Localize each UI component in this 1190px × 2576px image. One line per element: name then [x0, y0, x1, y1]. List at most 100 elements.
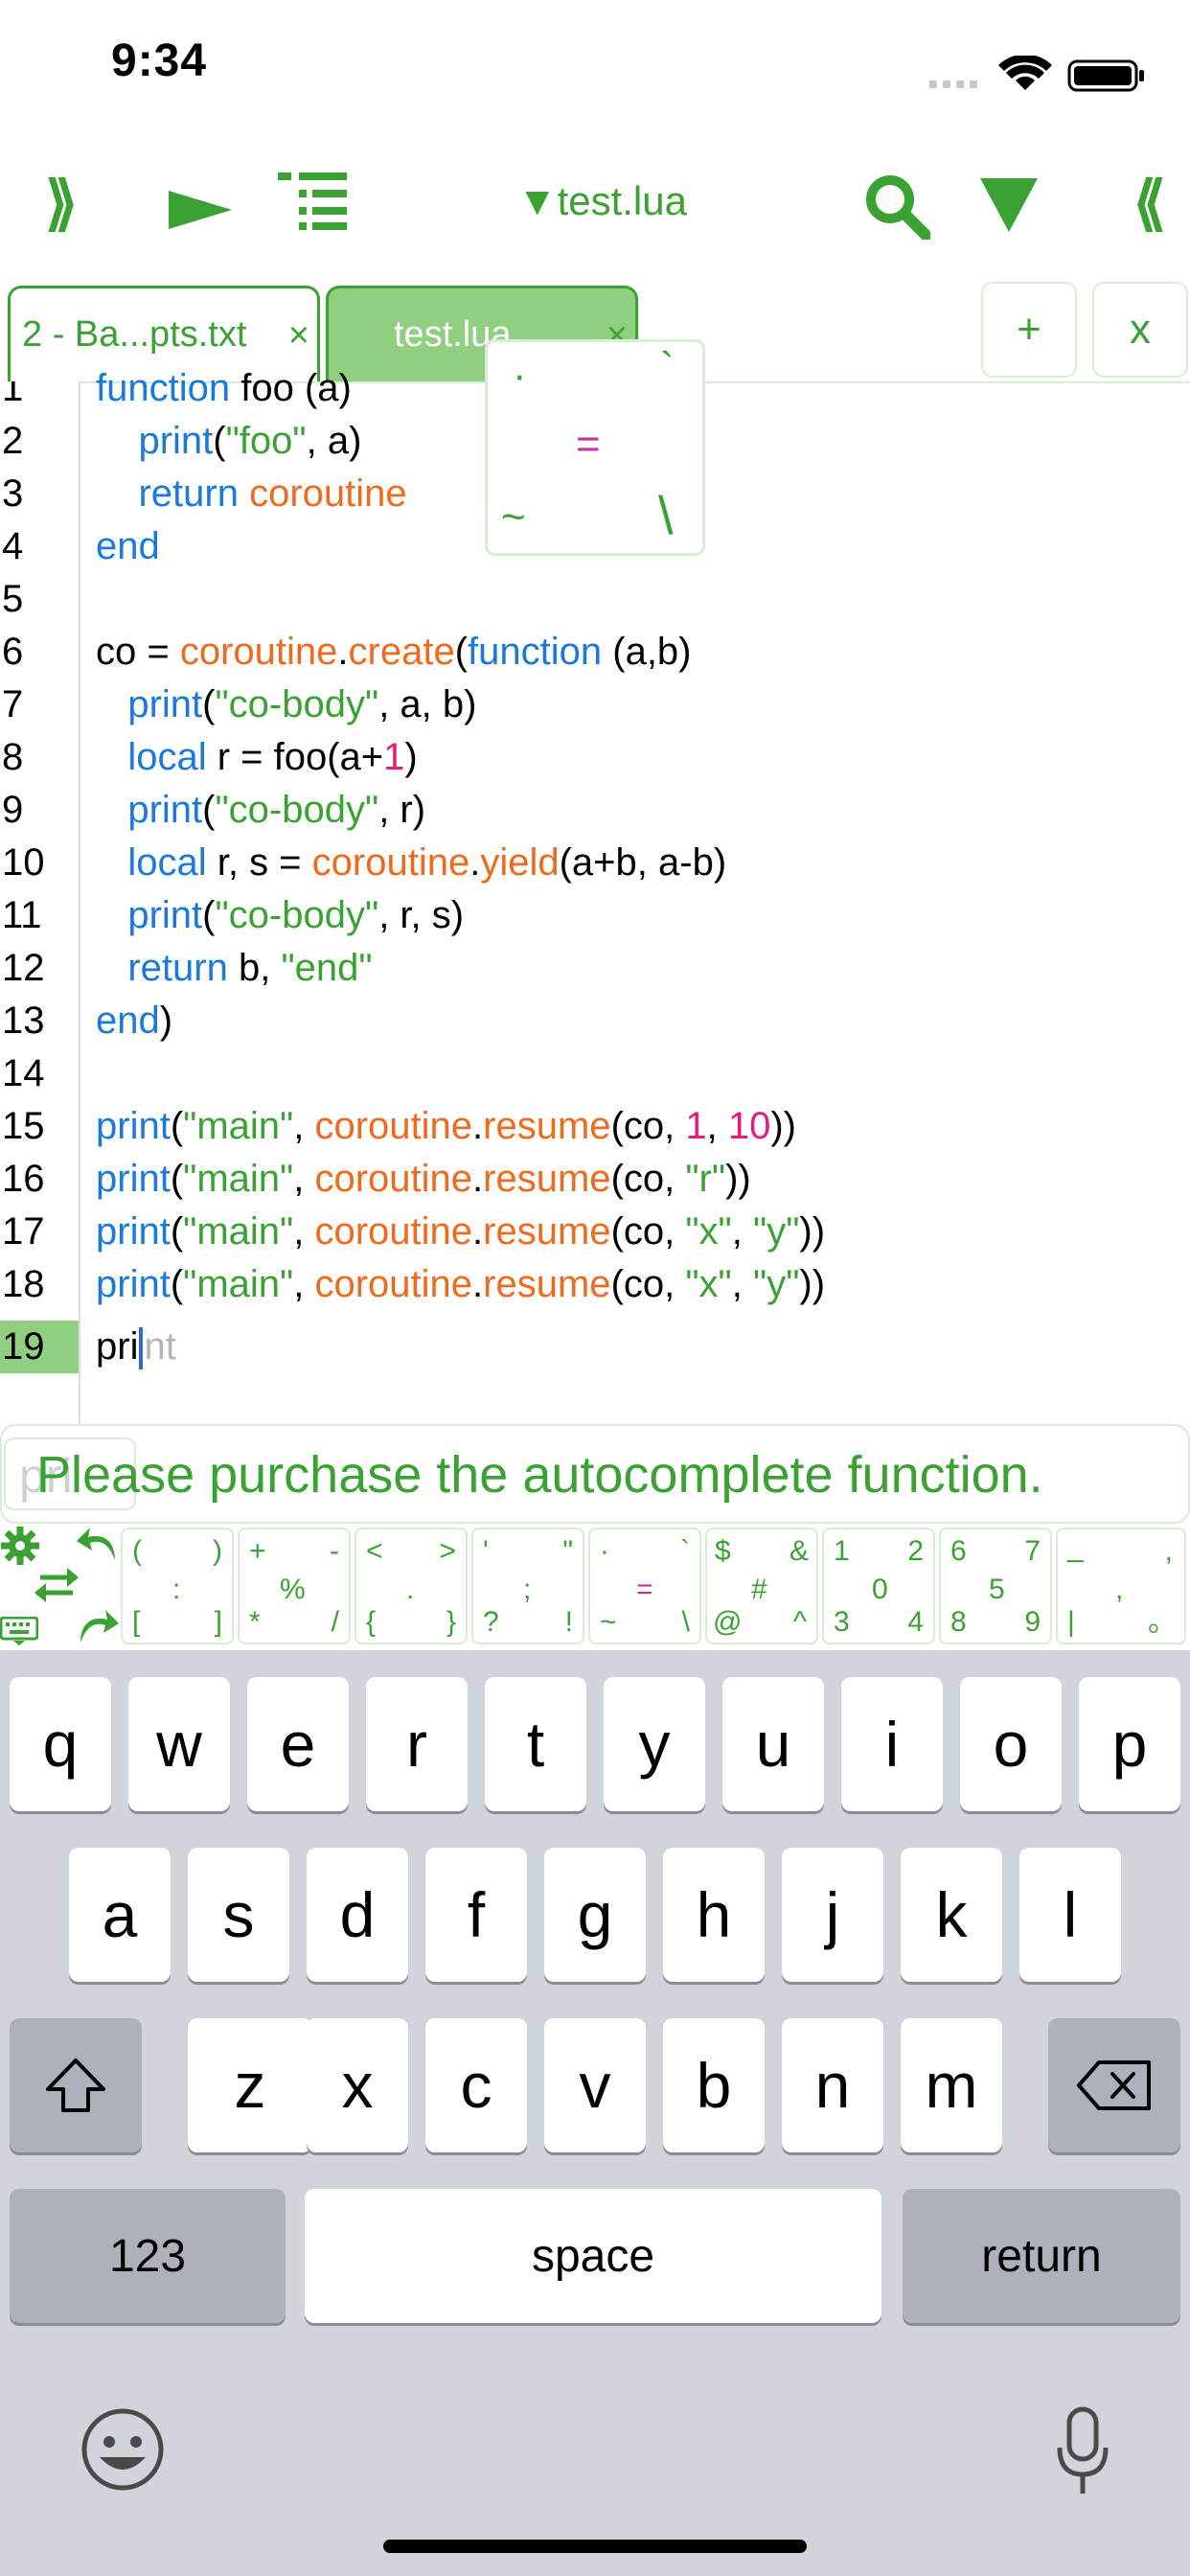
code-line: return coroutine — [138, 472, 407, 515]
symbol-key[interactable]: · ` = ~ \ — [588, 1528, 701, 1644]
file-title[interactable]: ▼test.lua — [517, 178, 687, 224]
code-line: local r = foo(a+1) — [127, 736, 418, 778]
code-line: print("co-body", r) — [127, 789, 426, 831]
symbol-key[interactable]: 67589 — [939, 1528, 1052, 1644]
key-q[interactable]: q — [10, 1677, 111, 1811]
close-all-tabs-button[interactable]: x — [1092, 282, 1188, 378]
code-line: print("foo", a) — [138, 420, 362, 462]
key-m[interactable]: m — [901, 2018, 1002, 2152]
line-number: 2 — [2, 420, 24, 462]
key-g[interactable]: g — [544, 1848, 646, 1982]
status-icons — [929, 54, 1150, 94]
swap-icon[interactable] — [34, 1566, 79, 1614]
emoji-icon[interactable] — [80, 2407, 165, 2496]
popup-symbol[interactable]: \ — [658, 484, 674, 546]
symbol-key[interactable]: _,, |。 — [1056, 1528, 1186, 1644]
text-cursor — [139, 1327, 144, 1370]
line-number: 14 — [2, 1052, 45, 1094]
key-u[interactable]: u — [722, 1677, 824, 1811]
code-line: end — [96, 525, 160, 567]
redo-icon[interactable] — [77, 1608, 119, 1656]
space-key[interactable]: space — [305, 2189, 881, 2323]
battery-icon — [1067, 59, 1144, 92]
code-line: print("co-body", r, s) — [127, 894, 465, 936]
key-s[interactable]: s — [188, 1848, 289, 1982]
popup-symbol[interactable]: ~ — [501, 494, 526, 541]
symbol-key[interactable]: $ & # @ ^ — [705, 1528, 818, 1644]
key-y[interactable]: y — [604, 1677, 705, 1811]
autocomplete-message: Please purchase the autocomplete functio… — [36, 1446, 1043, 1504]
line-number: 16 — [2, 1158, 45, 1200]
numbers-key[interactable]: 123 — [10, 2189, 286, 2323]
code-line: return b, "end" — [127, 947, 373, 989]
expand-left-icon[interactable]: ⟫ — [42, 169, 80, 237]
key-h[interactable]: h — [663, 1848, 765, 1982]
key-b[interactable]: b — [663, 2018, 765, 2152]
key-p[interactable]: p — [1079, 1677, 1180, 1811]
key-r[interactable]: r — [366, 1677, 468, 1811]
return-key[interactable]: return — [903, 2189, 1180, 2323]
backspace-icon — [1077, 2060, 1151, 2110]
symbol-popup[interactable]: · ` = ~ \ — [485, 339, 705, 556]
key-n[interactable]: n — [782, 2018, 883, 2152]
key-e[interactable]: e — [247, 1677, 349, 1811]
status-time: 9:34 — [111, 35, 208, 86]
undo-icon[interactable] — [77, 1526, 119, 1574]
line-number-active: 19 — [0, 1321, 79, 1373]
symbol-key[interactable]: 12034 — [822, 1528, 935, 1644]
key-x[interactable]: x — [307, 2018, 408, 2152]
line-number: 1 — [2, 381, 24, 409]
code-line: print("main", coroutine.resume(co, "r")) — [96, 1158, 751, 1200]
line-number: 11 — [2, 894, 42, 936]
symbol-key[interactable]: < >.{} — [355, 1528, 468, 1644]
line-number: 9 — [2, 789, 24, 831]
key-c[interactable]: c — [425, 2018, 527, 2152]
code-line: print("main", coroutine.resume(co, 1, 10… — [96, 1105, 796, 1147]
symbol-bar: ():[] + -% * / < >.{} ' ";?! · ` = ~ \ $ & # @ ^ 1203… — [0, 1526, 1190, 1648]
home-indicator[interactable] — [383, 2540, 807, 2553]
line-number: 3 — [2, 472, 24, 515]
code-line: print("co-body", a, b) — [127, 683, 477, 725]
code-line: end) — [96, 1000, 173, 1042]
menu-dropdown-button[interactable] — [977, 176, 1041, 234]
line-number: 7 — [2, 683, 24, 725]
code-line: local r, s = coroutine.yield(a+b, a-b) — [127, 841, 727, 884]
line-number-gutter: 1 2 3 4 5 6 7 8 9 10 11 12 13 14 15 16 1… — [0, 381, 80, 1426]
add-tab-button[interactable]: + — [981, 282, 1077, 378]
symbol-key[interactable]: + -% * / — [238, 1528, 351, 1644]
ghost-completion: nt — [144, 1325, 176, 1368]
key-o[interactable]: o — [960, 1677, 1062, 1811]
key-v[interactable]: v — [544, 2018, 646, 2152]
line-number: 18 — [2, 1263, 45, 1305]
popup-symbol[interactable]: ` — [660, 344, 675, 392]
symbol-key[interactable]: ():[] — [121, 1528, 234, 1644]
code-line: co = coroutine.create(function (a,b) — [96, 631, 692, 673]
popup-symbol[interactable]: · — [513, 352, 527, 400]
key-i[interactable]: i — [841, 1677, 943, 1811]
outline-button[interactable] — [278, 171, 347, 232]
shift-key[interactable] — [10, 2018, 142, 2152]
key-k[interactable]: k — [901, 1848, 1002, 1982]
key-d[interactable]: d — [307, 1848, 408, 1982]
delete-key[interactable] — [1048, 2018, 1180, 2152]
key-f[interactable]: f — [425, 1848, 527, 1982]
play-icon — [169, 191, 232, 229]
key-z[interactable]: z — [188, 2018, 312, 2152]
microphone-icon[interactable] — [1054, 2405, 1111, 2502]
key-t[interactable]: t — [485, 1677, 586, 1811]
run-button[interactable] — [167, 180, 234, 238]
ios-keyboard: q w e r t y u i o p a s d f g h j k l z … — [0, 1650, 1190, 2576]
line-number: 15 — [2, 1105, 45, 1147]
collapse-right-icon[interactable]: ⟪ — [1131, 169, 1169, 237]
line-number: 4 — [2, 525, 24, 567]
keyboard-icon[interactable] — [0, 1612, 39, 1655]
key-j[interactable]: j — [782, 1848, 883, 1982]
line-number: 6 — [2, 631, 24, 673]
key-a[interactable]: a — [69, 1848, 171, 1982]
key-l[interactable]: l — [1019, 1848, 1121, 1982]
popup-symbol[interactable]: = — [576, 421, 601, 469]
tab-close-icon[interactable]: × — [288, 315, 309, 356]
symbol-key[interactable]: ' ";?! — [471, 1528, 584, 1644]
key-w[interactable]: w — [128, 1677, 230, 1811]
search-button[interactable] — [862, 172, 931, 240]
